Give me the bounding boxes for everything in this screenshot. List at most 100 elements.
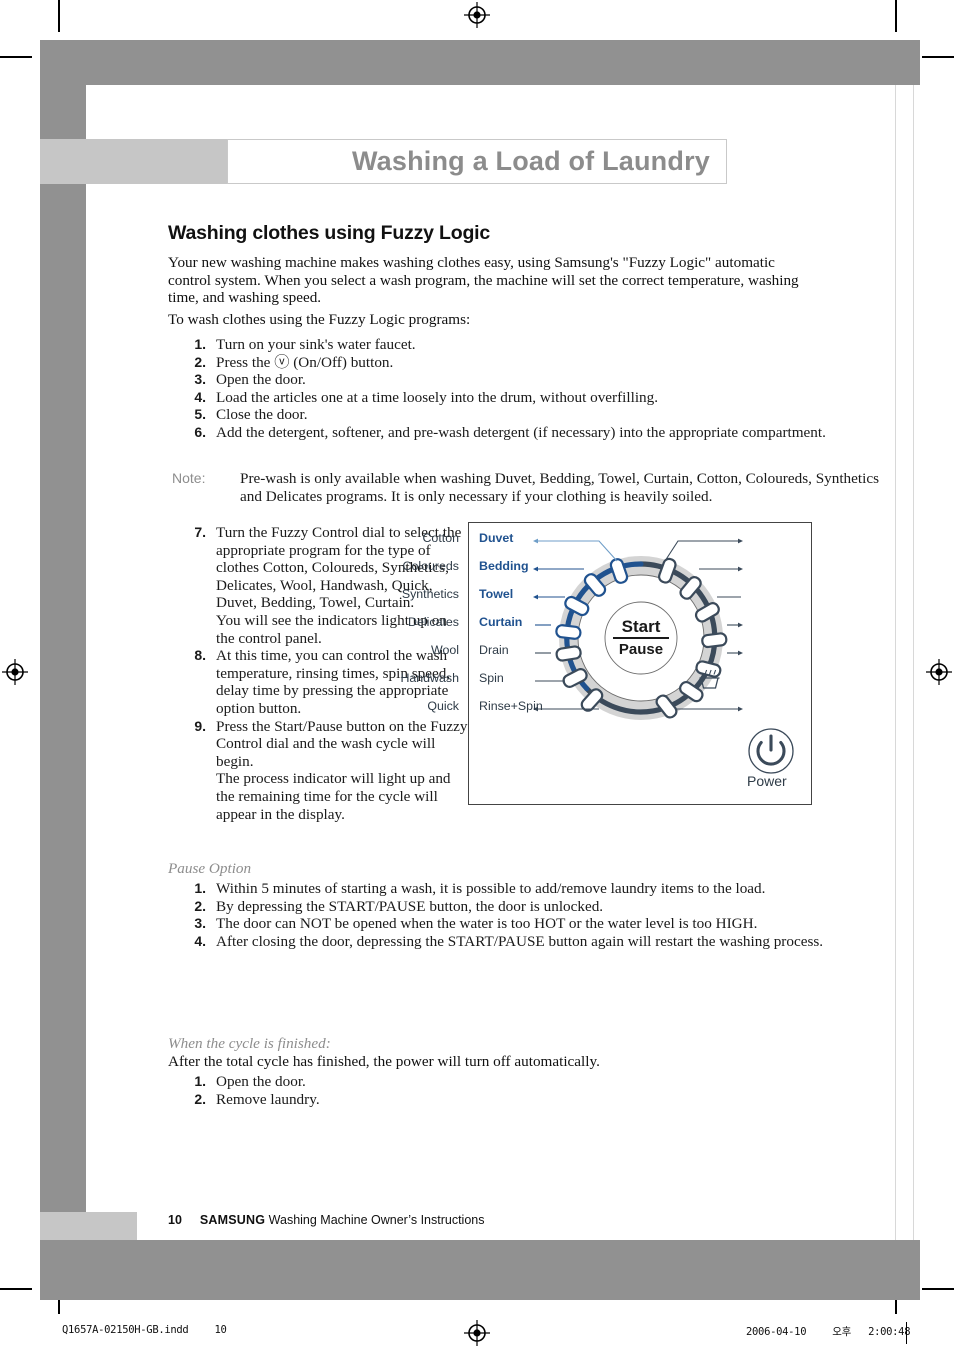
list-item-number: 8. [194,647,206,664]
list-item-text: Press the ⓥ (On/Off) button. [216,353,394,371]
registration-target-bottom [464,1320,490,1346]
page-footer: 10 SAMSUNG Washing Machine Owner’s Instr… [168,1213,485,1227]
list-item-text: After closing the door, depressing the S… [216,932,824,950]
note-block: Note: Pre-wash is only available when wa… [168,470,900,505]
cycle-finished-heading: When the cycle is finished: [168,1035,331,1052]
list-item-number: 3. [194,371,206,388]
registration-target-left [2,659,28,685]
dial-label-left-drain: Drain [479,643,509,657]
dial-label-left-rinse-spin: Rinse+Spin [479,699,543,713]
list-item-text: Open the door. [216,1073,306,1090]
section-lead-in: To wash clothes using the Fuzzy Logic pr… [168,311,471,328]
footer-brand: SAMSUNG [199,1213,266,1227]
control-panel-figure: Start Pause Power Duvet Bedding Towel Curta… [400,522,812,805]
list-item-number: 4. [194,932,206,949]
dial-label-left-duvet: Duvet [479,531,514,545]
slug-date: 2006-04-10 [746,1326,807,1338]
page-frame-right-sliver [897,40,920,85]
list-item-number: 4. [194,388,206,405]
pause-option-step-list: 1. Within 5 minutes of starting a wash, i… [168,880,828,950]
list-item: 1. Within 5 minutes of starting a wash, i… [168,880,828,898]
cycle-finished-intro: After the total cycle has finished, the … [168,1053,600,1070]
crop-mark-top-left-horizontal [0,56,32,58]
slug-meridiem: 오후 [832,1326,852,1338]
list-item-text: Press the Start/Pause button on the Fuzz… [216,717,468,823]
chapter-header: Washing a Load of Laundry [227,139,727,184]
note-label: Note: [172,470,206,486]
list-item: 1. Open the door. [168,1073,828,1091]
list-item-number: 7. [194,524,206,540]
list-item: 1. Turn on your sink's water faucet. [168,336,828,354]
list-item-text: By depressing the START/PAUSE button, th… [216,897,604,915]
dial-label-right-synthetics: Synthetics [401,587,459,601]
list-item: 2. Remove laundry. [168,1091,828,1109]
dial-label-left-spin: Spin [479,671,504,685]
crop-mark-top-right-vertical [895,0,897,32]
page-frame-bottom-band [40,1240,920,1300]
list-item-number: 1. [194,1073,206,1089]
dial-label-right-quick: Quick [427,699,459,713]
dial-label-right-coloureds: Coloureds [402,559,459,573]
list-item-text: The door can NOT be opened when the wate… [216,915,758,933]
crop-mark-top-right-horizontal [922,56,954,58]
cycle-finished-step-list: 1. Open the door. 2. Remove laundry. [168,1073,828,1108]
pause-label: Pause [618,640,664,658]
section-heading: Washing clothes using Fuzzy Logic [168,222,491,244]
chapter-header-tab [40,139,228,184]
page-frame-top-band [40,40,920,85]
list-item-number: 5. [194,406,206,423]
list-item-number: 9. [194,717,206,734]
dial-label-right-wool: Wool [430,643,459,657]
list-item: 2. By depressing the START/PAUSE button, … [168,898,828,916]
start-label: Start [621,617,661,636]
list-item-number: 3. [194,915,206,932]
list-item-number: 1. [194,336,206,352]
page-frame-left-spine [40,40,86,1240]
power-button-graphic[interactable] [748,728,794,774]
slug-filename: Q1657A-02150H-GB.indd [62,1324,189,1336]
main-step-list: 1. Turn on your sink's water faucet. 2. Pre… [168,336,828,442]
dial-label-right-cotton: Cotton [422,531,459,545]
chapter-title: Washing a Load of Laundry [351,146,710,176]
list-item: 6. Add the detergent, softener, and pre-w… [168,424,828,442]
power-caption: Power [747,773,787,789]
list-item-number: 1. [194,880,206,896]
list-item-text: Open the door. [216,371,306,389]
list-item-number: 2. [194,353,206,370]
list-item: 5. Close the door. [168,406,828,424]
start-pause-divider [613,637,669,639]
list-item-number: 2. [194,897,206,914]
page-rule-right-inner [895,85,896,1240]
dial-label-right-handwash: Handwash [400,671,459,685]
footer-page-number: 10 [168,1213,182,1227]
dial-label-left-bedding: Bedding [479,559,529,573]
production-slug-left: Q1657A-02150H-GB.indd 10 [62,1324,227,1336]
slug-page: 10 [214,1324,227,1336]
list-item-text: Remove laundry. [216,1090,320,1108]
list-item-text: Add the detergent, softener, and pre-was… [216,423,826,441]
list-item: 9. Press the Start/Pause button on the Fu… [168,718,468,824]
note-text: Pre-wash is only available when washing … [240,470,879,505]
dial-label-right-delicates: Delicates [408,615,459,629]
list-item: 2. Press the ⓥ (On/Off) button. [168,354,828,372]
dial-label-left-curtain: Curtain [479,615,523,629]
list-item-number: 2. [194,1090,206,1107]
dial-label-left-towel: Towel [479,587,514,601]
production-slug-right: 2006-04-10 오후 2:00:48 [746,1324,911,1339]
slug-divider-right [906,1322,907,1344]
crop-mark-bottom-right-horizontal [922,1288,954,1290]
slug-time: 2:00:48 [868,1326,911,1338]
list-item-number: 6. [194,423,206,440]
list-item: 4. Load the articles one at a time loosel… [168,389,828,407]
registration-target-right [926,659,952,685]
crop-mark-top-left-vertical [58,0,60,32]
list-item-text: Close the door. [216,406,308,424]
crop-mark-bottom-left-horizontal [0,1288,32,1290]
slug-rule-top [48,1319,906,1320]
list-item: 3. Open the door. [168,371,828,389]
section-intro: Your new washing machine makes washing c… [168,254,799,307]
registration-target-top [464,2,490,28]
start-pause-label[interactable]: Start Pause [605,617,677,658]
list-item-text: Turn on your sink's water faucet. [216,336,416,353]
page-rule-right-outer [913,85,914,1240]
